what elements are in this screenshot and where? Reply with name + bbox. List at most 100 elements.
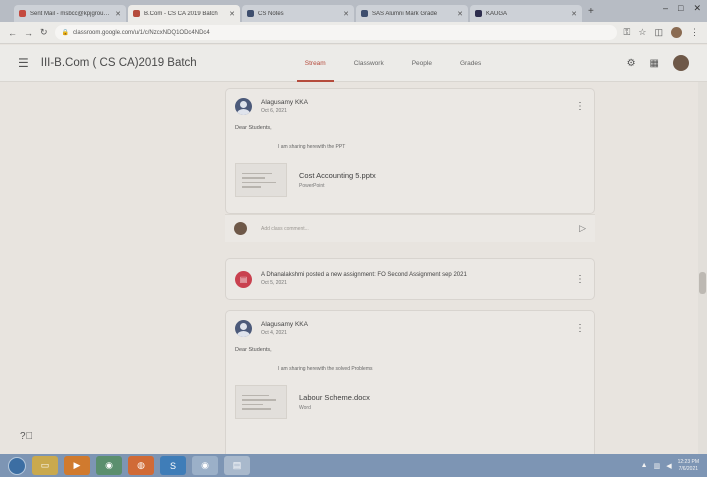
post-author: Alagusamy KKA bbox=[261, 99, 308, 106]
media-player-icon[interactable]: ▶ bbox=[64, 456, 90, 475]
close-window-button[interactable]: ✕ bbox=[693, 3, 701, 14]
explorer-folder-icon[interactable]: ▭ bbox=[32, 456, 58, 475]
close-icon[interactable]: ✕ bbox=[115, 10, 121, 18]
attachment-name: Cost Accounting 5.pptx bbox=[299, 171, 376, 180]
profile-avatar[interactable] bbox=[671, 27, 682, 38]
gmail-icon bbox=[19, 10, 26, 17]
class-comment-row: Add class comment... ▷ bbox=[225, 214, 595, 242]
post-header: Alagusamy KKA Oct 4, 2021 ⋮ bbox=[226, 311, 594, 337]
post-author: Alagusamy KKA bbox=[261, 321, 308, 328]
post-date: Oct 6, 2021 bbox=[261, 108, 287, 114]
classroom-header: ☰ III-B.Com ( CS CA)2019 Batch Stream Cl… bbox=[0, 45, 707, 82]
close-icon[interactable]: ✕ bbox=[343, 10, 349, 18]
reload-icon[interactable]: ↻ bbox=[40, 27, 48, 38]
tab-classwork[interactable]: Classwork bbox=[340, 45, 398, 82]
attachment-thumbnail bbox=[235, 385, 287, 419]
browser-tab[interactable]: SAS Alumni Mark Grade ✕ bbox=[356, 5, 468, 22]
close-icon[interactable]: ✕ bbox=[229, 10, 235, 18]
attachment[interactable]: Labour Scheme.docx Word bbox=[235, 382, 585, 422]
back-arrow-icon[interactable]: ← bbox=[8, 28, 17, 38]
help-icon[interactable]: ?⃝ bbox=[20, 431, 33, 442]
address-bar: ← → ↻ 🔒 classroom.google.com/u/1/c/NzcxN… bbox=[0, 22, 707, 44]
maximize-button[interactable]: □ bbox=[678, 3, 683, 14]
browser-tab-label: SAS Alumni Mark Grade bbox=[372, 10, 438, 17]
stream-feed: Alagusamy KKA Oct 6, 2021 ⋮ Dear Student… bbox=[0, 82, 707, 454]
page-icon bbox=[361, 10, 368, 17]
author-block: Alagusamy KKA Oct 4, 2021 bbox=[261, 321, 308, 336]
browser-tab[interactable]: CS Notes ✕ bbox=[242, 5, 354, 22]
assignment-notice[interactable]: ▤ A Dhanalakshmi posted a new assignment… bbox=[225, 258, 595, 300]
windows-taskbar: ▭ ▶ ◉ ◍ S ◉ ▤ ▲ ▥ ◀ 12:23 PM 7/6/2021 bbox=[0, 454, 707, 477]
assignment-icon: ▤ bbox=[235, 270, 252, 288]
chrome-active-icon[interactable]: ◉ bbox=[192, 456, 218, 475]
browser-tab[interactable]: KAUGA ✕ bbox=[470, 5, 582, 22]
tab-people[interactable]: People bbox=[398, 45, 446, 82]
attachment-thumbnail bbox=[235, 163, 287, 197]
browser-toolbar-actions: ⚿ ☆ ◫ ⋮ bbox=[624, 27, 699, 38]
url-field[interactable]: 🔒 classroom.google.com/u/1/c/NzcxNDQ1ODc… bbox=[54, 25, 617, 40]
firefox-icon[interactable]: ◍ bbox=[128, 456, 154, 475]
hamburger-menu-icon[interactable]: ☰ bbox=[18, 56, 29, 70]
classroom-tabs: Stream Classwork People Grades bbox=[291, 45, 496, 82]
header-actions: ⚙ ▦ bbox=[627, 55, 689, 71]
network-icon[interactable]: ▥ bbox=[654, 462, 661, 470]
settings-gear-icon[interactable]: ⚙ bbox=[627, 58, 636, 69]
more-options-icon[interactable]: ⋮ bbox=[575, 101, 585, 112]
clock-time: 12:23 PM bbox=[677, 458, 699, 465]
clock-date: 7/6/2021 bbox=[678, 465, 699, 472]
browser-tab-strip: Sent Mail - msbcc@kpjgroup.edu ✕ B.Com -… bbox=[0, 0, 707, 22]
forward-arrow-icon[interactable]: → bbox=[24, 28, 33, 38]
send-icon[interactable]: ▷ bbox=[579, 223, 586, 234]
post-header: Alagusamy KKA Oct 6, 2021 ⋮ bbox=[226, 89, 594, 115]
skype-icon[interactable]: S bbox=[160, 456, 186, 475]
volume-icon[interactable]: ◀ bbox=[666, 462, 671, 470]
more-options-icon[interactable]: ⋮ bbox=[575, 323, 585, 334]
browser-menu-icon[interactable]: ⋮ bbox=[690, 27, 699, 38]
post-greeting: Dear Students, bbox=[235, 347, 272, 353]
class-comment-input[interactable]: Add class comment... bbox=[261, 226, 579, 232]
start-button[interactable] bbox=[8, 456, 26, 475]
browser-tab[interactable]: Sent Mail - msbcc@kpjgroup.edu ✕ bbox=[14, 5, 126, 22]
star-icon[interactable]: ☆ bbox=[638, 27, 646, 38]
minimize-button[interactable]: – bbox=[663, 3, 668, 14]
close-icon[interactable]: ✕ bbox=[571, 10, 577, 18]
more-options-icon[interactable]: ⋮ bbox=[575, 274, 585, 285]
post-body: I am sharing herewith the PPT bbox=[278, 144, 346, 150]
post-body: I am sharing herewith the solved Problem… bbox=[278, 366, 373, 372]
notepad-icon[interactable]: ▤ bbox=[224, 456, 250, 475]
tab-stream[interactable]: Stream bbox=[291, 45, 340, 82]
attachment-name: Labour Scheme.docx bbox=[299, 393, 370, 402]
commenter-avatar bbox=[234, 222, 247, 235]
page-icon bbox=[247, 10, 254, 17]
classroom-icon bbox=[133, 10, 140, 17]
class-title[interactable]: III-B.Com ( CS CA)2019 Batch bbox=[41, 57, 261, 69]
new-tab-button[interactable]: + bbox=[588, 6, 594, 17]
account-avatar[interactable] bbox=[673, 55, 689, 71]
lock-icon: 🔒 bbox=[61, 30, 70, 36]
attachment-info: Cost Accounting 5.pptx PowerPoint bbox=[299, 171, 376, 189]
system-tray: ▲ ▥ ◀ 12:23 PM 7/6/2021 bbox=[641, 459, 699, 473]
attachment-type: Word bbox=[299, 405, 311, 411]
tab-grades[interactable]: Grades bbox=[446, 45, 495, 82]
browser-tab-label: B.Com - CS CA 2019 Batch bbox=[144, 10, 218, 17]
extension-icon[interactable]: ◫ bbox=[654, 27, 663, 38]
browser-tab-label: CS Notes bbox=[258, 10, 284, 17]
taskbar-clock[interactable]: 12:23 PM 7/6/2021 bbox=[678, 459, 699, 473]
attachment[interactable]: Cost Accounting 5.pptx PowerPoint bbox=[235, 160, 585, 200]
author-block: Alagusamy KKA Oct 6, 2021 bbox=[261, 99, 308, 114]
page-icon bbox=[475, 10, 482, 17]
scrollbar-thumb[interactable] bbox=[699, 272, 706, 294]
chrome-icon[interactable]: ◉ bbox=[96, 456, 122, 475]
stream-post: Alagusamy KKA Oct 4, 2021 ⋮ Dear Student… bbox=[225, 310, 595, 454]
tray-arrow-icon[interactable]: ▲ bbox=[641, 462, 648, 469]
assignment-text: A Dhanalakshmi posted a new assignment: … bbox=[261, 272, 467, 286]
apps-grid-icon[interactable]: ▦ bbox=[650, 58, 659, 69]
author-avatar bbox=[235, 98, 252, 115]
browser-tab-active[interactable]: B.Com - CS CA 2019 Batch ✕ bbox=[128, 5, 240, 22]
url-text: classroom.google.com/u/1/c/NzcxNDQ1ODc4N… bbox=[73, 29, 210, 36]
attachment-type: PowerPoint bbox=[299, 183, 325, 189]
close-icon[interactable]: ✕ bbox=[457, 10, 463, 18]
key-icon[interactable]: ⚿ bbox=[624, 27, 631, 38]
stream-post: Alagusamy KKA Oct 6, 2021 ⋮ Dear Student… bbox=[225, 88, 595, 214]
scrollbar[interactable] bbox=[698, 82, 707, 454]
